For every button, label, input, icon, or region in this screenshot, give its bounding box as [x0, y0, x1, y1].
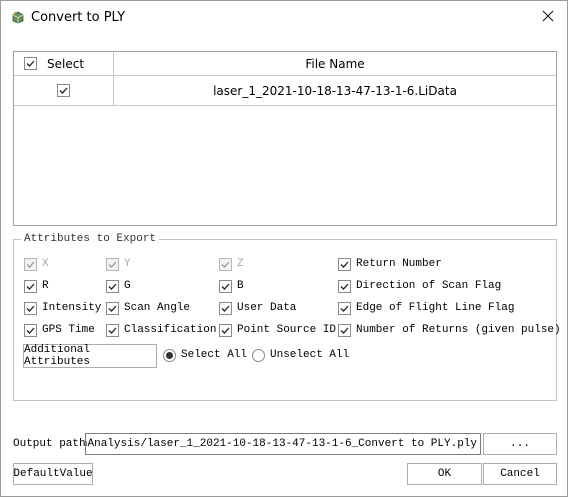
attr-gps-time-checkbox[interactable] [24, 323, 37, 337]
default-value-button[interactable]: DefaultValue [13, 463, 93, 485]
unselect-all-label: Unselect All [270, 349, 350, 361]
select-all-label: Select All [181, 349, 248, 361]
table-row-file-name[interactable]: laser_1_2021-10-18-13-47-13-1-6.LiData [114, 76, 556, 106]
attr-gps-time-label: GPS Time [42, 324, 95, 336]
attr-classification-checkbox[interactable] [106, 323, 119, 337]
attr-y: Y [106, 256, 131, 272]
output-path-value: ectionAnalysis/laser_1_2021-10-18-13-47-… [85, 438, 477, 450]
attr-z-label: Z [237, 258, 244, 270]
attr-x-label: X [42, 258, 49, 270]
attr-scan-angle-checkbox[interactable] [106, 301, 119, 315]
attr-direction-of-scan-flag[interactable]: Direction of Scan Flag [338, 278, 501, 294]
output-path-label: Output path: [13, 438, 93, 450]
attr-x: X [24, 256, 49, 272]
attr-user-data-label: User Data [237, 302, 297, 314]
attr-b-label: B [237, 280, 244, 292]
attr-edge-of-flight-line-flag-checkbox[interactable] [338, 301, 351, 315]
additional-attributes-button[interactable]: Additional Attributes [23, 344, 157, 368]
unselect-all-radio[interactable]: Unselect All [252, 347, 349, 363]
attr-g[interactable]: G [106, 278, 131, 294]
close-button[interactable] [533, 3, 563, 31]
select-all-radio[interactable]: Select All [163, 347, 247, 363]
ok-button[interactable]: OK [407, 463, 482, 485]
attr-edge-of-flight-line-flag-label: Edge of Flight Line Flag [356, 302, 515, 314]
select-column-header[interactable]: Select [14, 52, 114, 76]
app-icon [11, 10, 25, 24]
attr-return-number[interactable]: Return Number [338, 256, 442, 272]
cancel-button[interactable]: Cancel [483, 463, 557, 485]
attr-intensity[interactable]: Intensity [24, 300, 101, 316]
output-path-input[interactable]: ectionAnalysis/laser_1_2021-10-18-13-47-… [85, 433, 481, 455]
select-all-radio-indicator[interactable] [163, 348, 176, 362]
attr-return-number-label: Return Number [356, 258, 442, 270]
file-table: Select File Name laser_1_2021-10-18-13-4… [13, 51, 557, 226]
attr-user-data[interactable]: User Data [219, 300, 296, 316]
dialog-title: Convert to PLY [31, 10, 126, 25]
attr-return-number-checkbox[interactable] [338, 257, 351, 271]
unselect-all-radio-indicator[interactable] [252, 348, 265, 362]
attr-z: Z [219, 256, 244, 272]
select-all-files-checkbox[interactable] [24, 57, 37, 70]
attr-direction-of-scan-flag-checkbox[interactable] [338, 279, 351, 293]
attr-z-checkbox [219, 257, 232, 271]
attr-classification[interactable]: Classification [106, 322, 216, 338]
attr-r-checkbox[interactable] [24, 279, 37, 293]
browse-button[interactable]: ... [483, 433, 557, 455]
attr-x-checkbox [24, 257, 37, 271]
attr-direction-of-scan-flag-label: Direction of Scan Flag [356, 280, 502, 292]
attr-intensity-label: Intensity [42, 302, 102, 314]
attr-r[interactable]: R [24, 278, 49, 294]
select-header-label: Select [47, 57, 85, 71]
attr-number-of-returns-label: Number of Returns (given pulse) [356, 324, 561, 336]
attr-scan-angle[interactable]: Scan Angle [106, 300, 190, 316]
attr-gps-time[interactable]: GPS Time [24, 322, 95, 338]
attr-number-of-returns[interactable]: Number of Returns (given pulse) [338, 322, 561, 338]
convert-to-ply-dialog: Convert to PLY Select File Name laser_1_… [0, 0, 568, 497]
attr-r-label: R [42, 280, 49, 292]
attr-b[interactable]: B [219, 278, 244, 294]
title-bar: Convert to PLY [1, 1, 567, 34]
attr-g-checkbox[interactable] [106, 279, 119, 293]
attr-number-of-returns-checkbox[interactable] [338, 323, 351, 337]
attr-user-data-checkbox[interactable] [219, 301, 232, 315]
table-row-select-cell[interactable] [14, 76, 114, 106]
attr-point-source-id[interactable]: Point Source ID [219, 322, 336, 338]
close-icon [542, 10, 554, 25]
attr-point-source-id-checkbox[interactable] [219, 323, 232, 337]
attr-y-label: Y [124, 258, 131, 270]
attr-y-checkbox [106, 257, 119, 271]
attr-edge-of-flight-line-flag[interactable]: Edge of Flight Line Flag [338, 300, 514, 316]
attr-scan-angle-label: Scan Angle [124, 302, 191, 314]
attr-classification-label: Classification [124, 324, 217, 336]
attr-point-source-id-label: Point Source ID [237, 324, 337, 336]
file-name-column-header[interactable]: File Name [114, 52, 556, 76]
attr-b-checkbox[interactable] [219, 279, 232, 293]
attr-g-label: G [124, 280, 131, 292]
file-row-checkbox[interactable] [57, 84, 70, 97]
attr-intensity-checkbox[interactable] [24, 301, 37, 315]
attributes-groupbox: Attributes to Export X Y Z Return Number… [13, 233, 561, 401]
attributes-group-title: Attributes to Export [21, 233, 160, 245]
